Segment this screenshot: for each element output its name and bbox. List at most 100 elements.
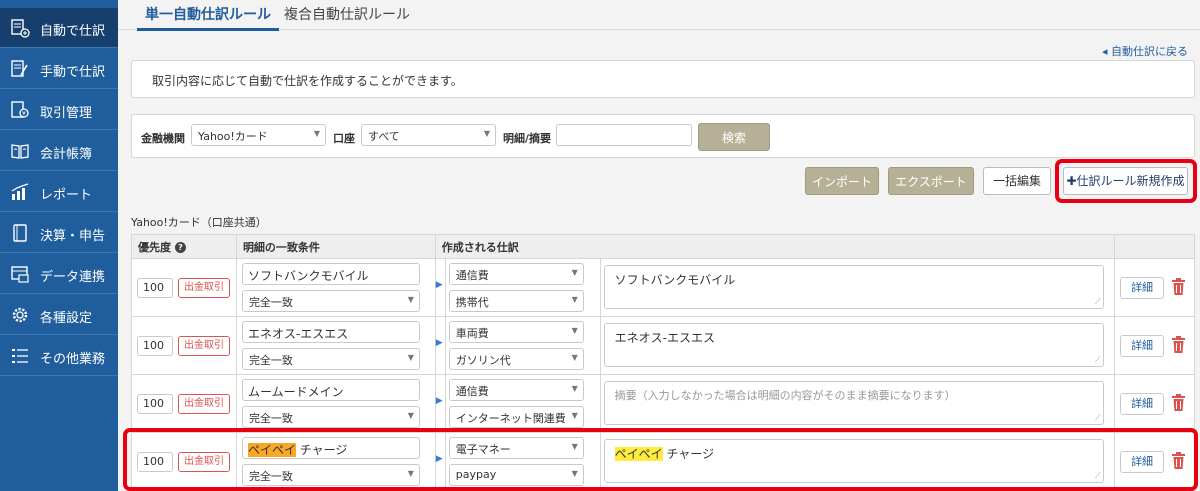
trash-icon[interactable] <box>1172 278 1186 295</box>
sidebar-item-other-tasks[interactable]: その他業務 <box>0 336 118 376</box>
back-to-auto-journal-link[interactable]: ◂ 自動仕訳に戻る <box>1102 43 1188 59</box>
table-row: 100 出金取引 ムームードメイン 完全一致 ▼ ▶ 通信費 ▼ インターネット関連… <box>131 374 1195 433</box>
sidebar-item-settlement[interactable]: 決算・申告 <box>0 213 118 253</box>
highlighted-keyword: ペイペイ <box>614 447 663 461</box>
memo-cell: エネオス-エスエス ⟋ <box>599 316 1116 375</box>
chevron-down-icon: ▼ <box>571 442 578 451</box>
sidebar-item-settings[interactable]: 各種設定 <box>0 295 118 335</box>
trash-icon[interactable] <box>1172 394 1186 411</box>
priority-input[interactable]: 100 <box>137 394 173 414</box>
gear-icon <box>10 305 30 325</box>
account-select[interactable]: 車両費 ▼ <box>448 321 584 343</box>
sidebar-item-data-link[interactable]: データ連携 <box>0 254 118 294</box>
memo-text-rest: チャージ <box>662 447 715 461</box>
resize-grip-icon[interactable]: ⟋ <box>1095 413 1101 423</box>
transaction-type-badge[interactable]: 出金取引 <box>178 278 230 298</box>
table-row: 100 出金取引 エネオス-エスエス 完全一致 ▼ ▶ 車両費 ▼ ガソリン代 ▼ エ… <box>131 316 1195 375</box>
priority-input[interactable]: 100 <box>137 336 173 356</box>
chevron-down-icon: ▼ <box>571 353 578 362</box>
sidebar-item-transactions[interactable]: ¥ 取引管理 <box>0 90 118 130</box>
tab-bar: 単一自動仕訳ルール 複合自動仕訳ルール <box>118 0 1200 31</box>
match-mode-value: 完全一致 <box>248 354 293 367</box>
header-actions <box>1114 234 1195 259</box>
table-header-row: 優先度? 明細の一致条件 作成される仕訳 <box>131 234 1195 259</box>
resize-grip-icon[interactable]: ⟋ <box>1095 471 1101 481</box>
sub-account-select[interactable]: インターネット関連費 ▼ <box>448 406 584 428</box>
detail-button[interactable]: 詳細 <box>1120 393 1165 415</box>
transaction-type-badge[interactable]: 出金取引 <box>178 452 230 472</box>
account-value: 通信費 <box>455 269 489 282</box>
arrow-right-icon: ▶ <box>435 280 443 290</box>
memo-search-input[interactable] <box>556 124 692 146</box>
chevron-down-icon: ▼ <box>407 411 414 420</box>
action-cell: 詳細 <box>1114 432 1195 491</box>
info-text: 取引内容に応じて自動で仕訳を作成することができます。 <box>152 74 463 88</box>
match-text-input[interactable]: ソフトバンクモバイル <box>241 263 420 285</box>
help-icon[interactable]: ? <box>175 242 186 253</box>
account-cell: 通信費 ▼ インターネット関連費 ▼ <box>444 374 601 433</box>
arrow-cell: ▶ <box>434 316 446 375</box>
tab-single-rule[interactable]: 単一自動仕訳ルール <box>137 4 279 31</box>
match-mode-select[interactable]: 完全一致 ▼ <box>241 348 420 370</box>
account-cell: 通信費 ▼ 携帯代 ▼ <box>444 258 601 317</box>
account-value: すべて <box>368 130 400 143</box>
chevron-down-icon: ▼ <box>571 469 578 478</box>
sub-account-select[interactable]: paypay ▼ <box>448 464 584 486</box>
sub-account-select[interactable]: ガソリン代 ▼ <box>448 348 584 370</box>
transaction-type-badge[interactable]: 出金取引 <box>178 394 230 414</box>
memo-textarea[interactable]: エネオス-エスエス ⟋ <box>603 323 1104 367</box>
table-row: 100 出金取引 ソフトバンクモバイル 完全一致 ▼ ▶ 通信費 ▼ 携帯代 ▼ ソフ… <box>131 258 1195 317</box>
match-text-input[interactable]: ムームードメイン <box>241 379 420 401</box>
trash-icon[interactable] <box>1172 452 1186 469</box>
detail-button[interactable]: 詳細 <box>1120 451 1165 473</box>
priority-cell: 100 出金取引 <box>131 432 237 491</box>
account-select[interactable]: 通信費 ▼ <box>448 379 584 401</box>
sidebar-item-manual-journal[interactable]: 手動で仕訳 <box>0 49 118 89</box>
transaction-type-badge[interactable]: 出金取引 <box>178 336 230 356</box>
tab-compound-rule[interactable]: 複合自動仕訳ルール <box>284 4 410 24</box>
match-text-input[interactable]: ペイペイ チャージ <box>241 437 420 459</box>
sidebar-item-label: 取引管理 <box>40 106 93 121</box>
memo-cell: ペイペイ チャージ ⟋ <box>599 432 1116 491</box>
trash-icon[interactable] <box>1172 336 1186 353</box>
sidebar-item-label: 各種設定 <box>40 311 93 326</box>
detail-button[interactable]: 詳細 <box>1120 277 1165 299</box>
header-priority: 優先度? <box>131 234 237 259</box>
priority-input[interactable]: 100 <box>137 452 173 472</box>
new-rule-button[interactable]: ✚仕訳ルール新規作成 <box>1063 167 1188 195</box>
chevron-down-icon: ▼ <box>483 129 490 138</box>
transaction-icon: ¥ <box>10 100 30 120</box>
sub-account-value: ガソリン代 <box>455 354 511 367</box>
highlighted-keyword: ペイペイ <box>247 443 296 457</box>
resize-grip-icon[interactable]: ⟋ <box>1095 297 1101 307</box>
match-mode-select[interactable]: 完全一致 ▼ <box>241 406 420 428</box>
memo-textarea[interactable]: 摘要（入力しなかった場合は明細の内容がそのまま摘要になります） ⟋ <box>603 381 1104 425</box>
sub-account-select[interactable]: 携帯代 ▼ <box>448 290 584 312</box>
account-select[interactable]: 通信費 ▼ <box>448 263 584 285</box>
match-mode-select[interactable]: 完全一致 ▼ <box>241 290 420 312</box>
memo-textarea[interactable]: ソフトバンクモバイル ⟋ <box>603 265 1104 309</box>
sidebar-item-ledger[interactable]: 会計帳簿 <box>0 131 118 171</box>
import-button[interactable]: インポート <box>805 167 879 195</box>
priority-input[interactable]: 100 <box>137 278 173 298</box>
account-value: 電子マネー <box>455 443 511 456</box>
sub-account-value: インターネット関連費 <box>455 412 566 425</box>
resize-grip-icon[interactable]: ⟋ <box>1095 355 1101 365</box>
section-title: Yahoo!カード（口座共通） <box>131 216 267 229</box>
chevron-down-icon: ▼ <box>407 469 414 478</box>
sidebar-item-label: 手動で仕訳 <box>40 65 106 80</box>
memo-textarea[interactable]: ペイペイ チャージ ⟋ <box>603 439 1104 483</box>
export-button[interactable]: エクスポート <box>888 167 974 195</box>
account-select[interactable]: すべて ▼ <box>361 124 496 146</box>
arrow-cell: ▶ <box>434 374 446 433</box>
bulk-edit-button[interactable]: 一括編集 <box>983 167 1051 195</box>
sidebar-item-auto-journal[interactable]: 自動で仕訳 <box>0 8 118 48</box>
match-text-input[interactable]: エネオス-エスエス <box>241 321 420 343</box>
institution-select[interactable]: Yahoo!カード ▼ <box>191 124 326 146</box>
sidebar-item-report[interactable]: レポート <box>0 172 118 212</box>
search-button[interactable]: 検索 <box>698 123 770 151</box>
header-created: 作成される仕訳 <box>434 234 1116 259</box>
account-select[interactable]: 電子マネー ▼ <box>448 437 584 459</box>
match-mode-select[interactable]: 完全一致 ▼ <box>241 464 420 486</box>
detail-button[interactable]: 詳細 <box>1120 335 1165 357</box>
